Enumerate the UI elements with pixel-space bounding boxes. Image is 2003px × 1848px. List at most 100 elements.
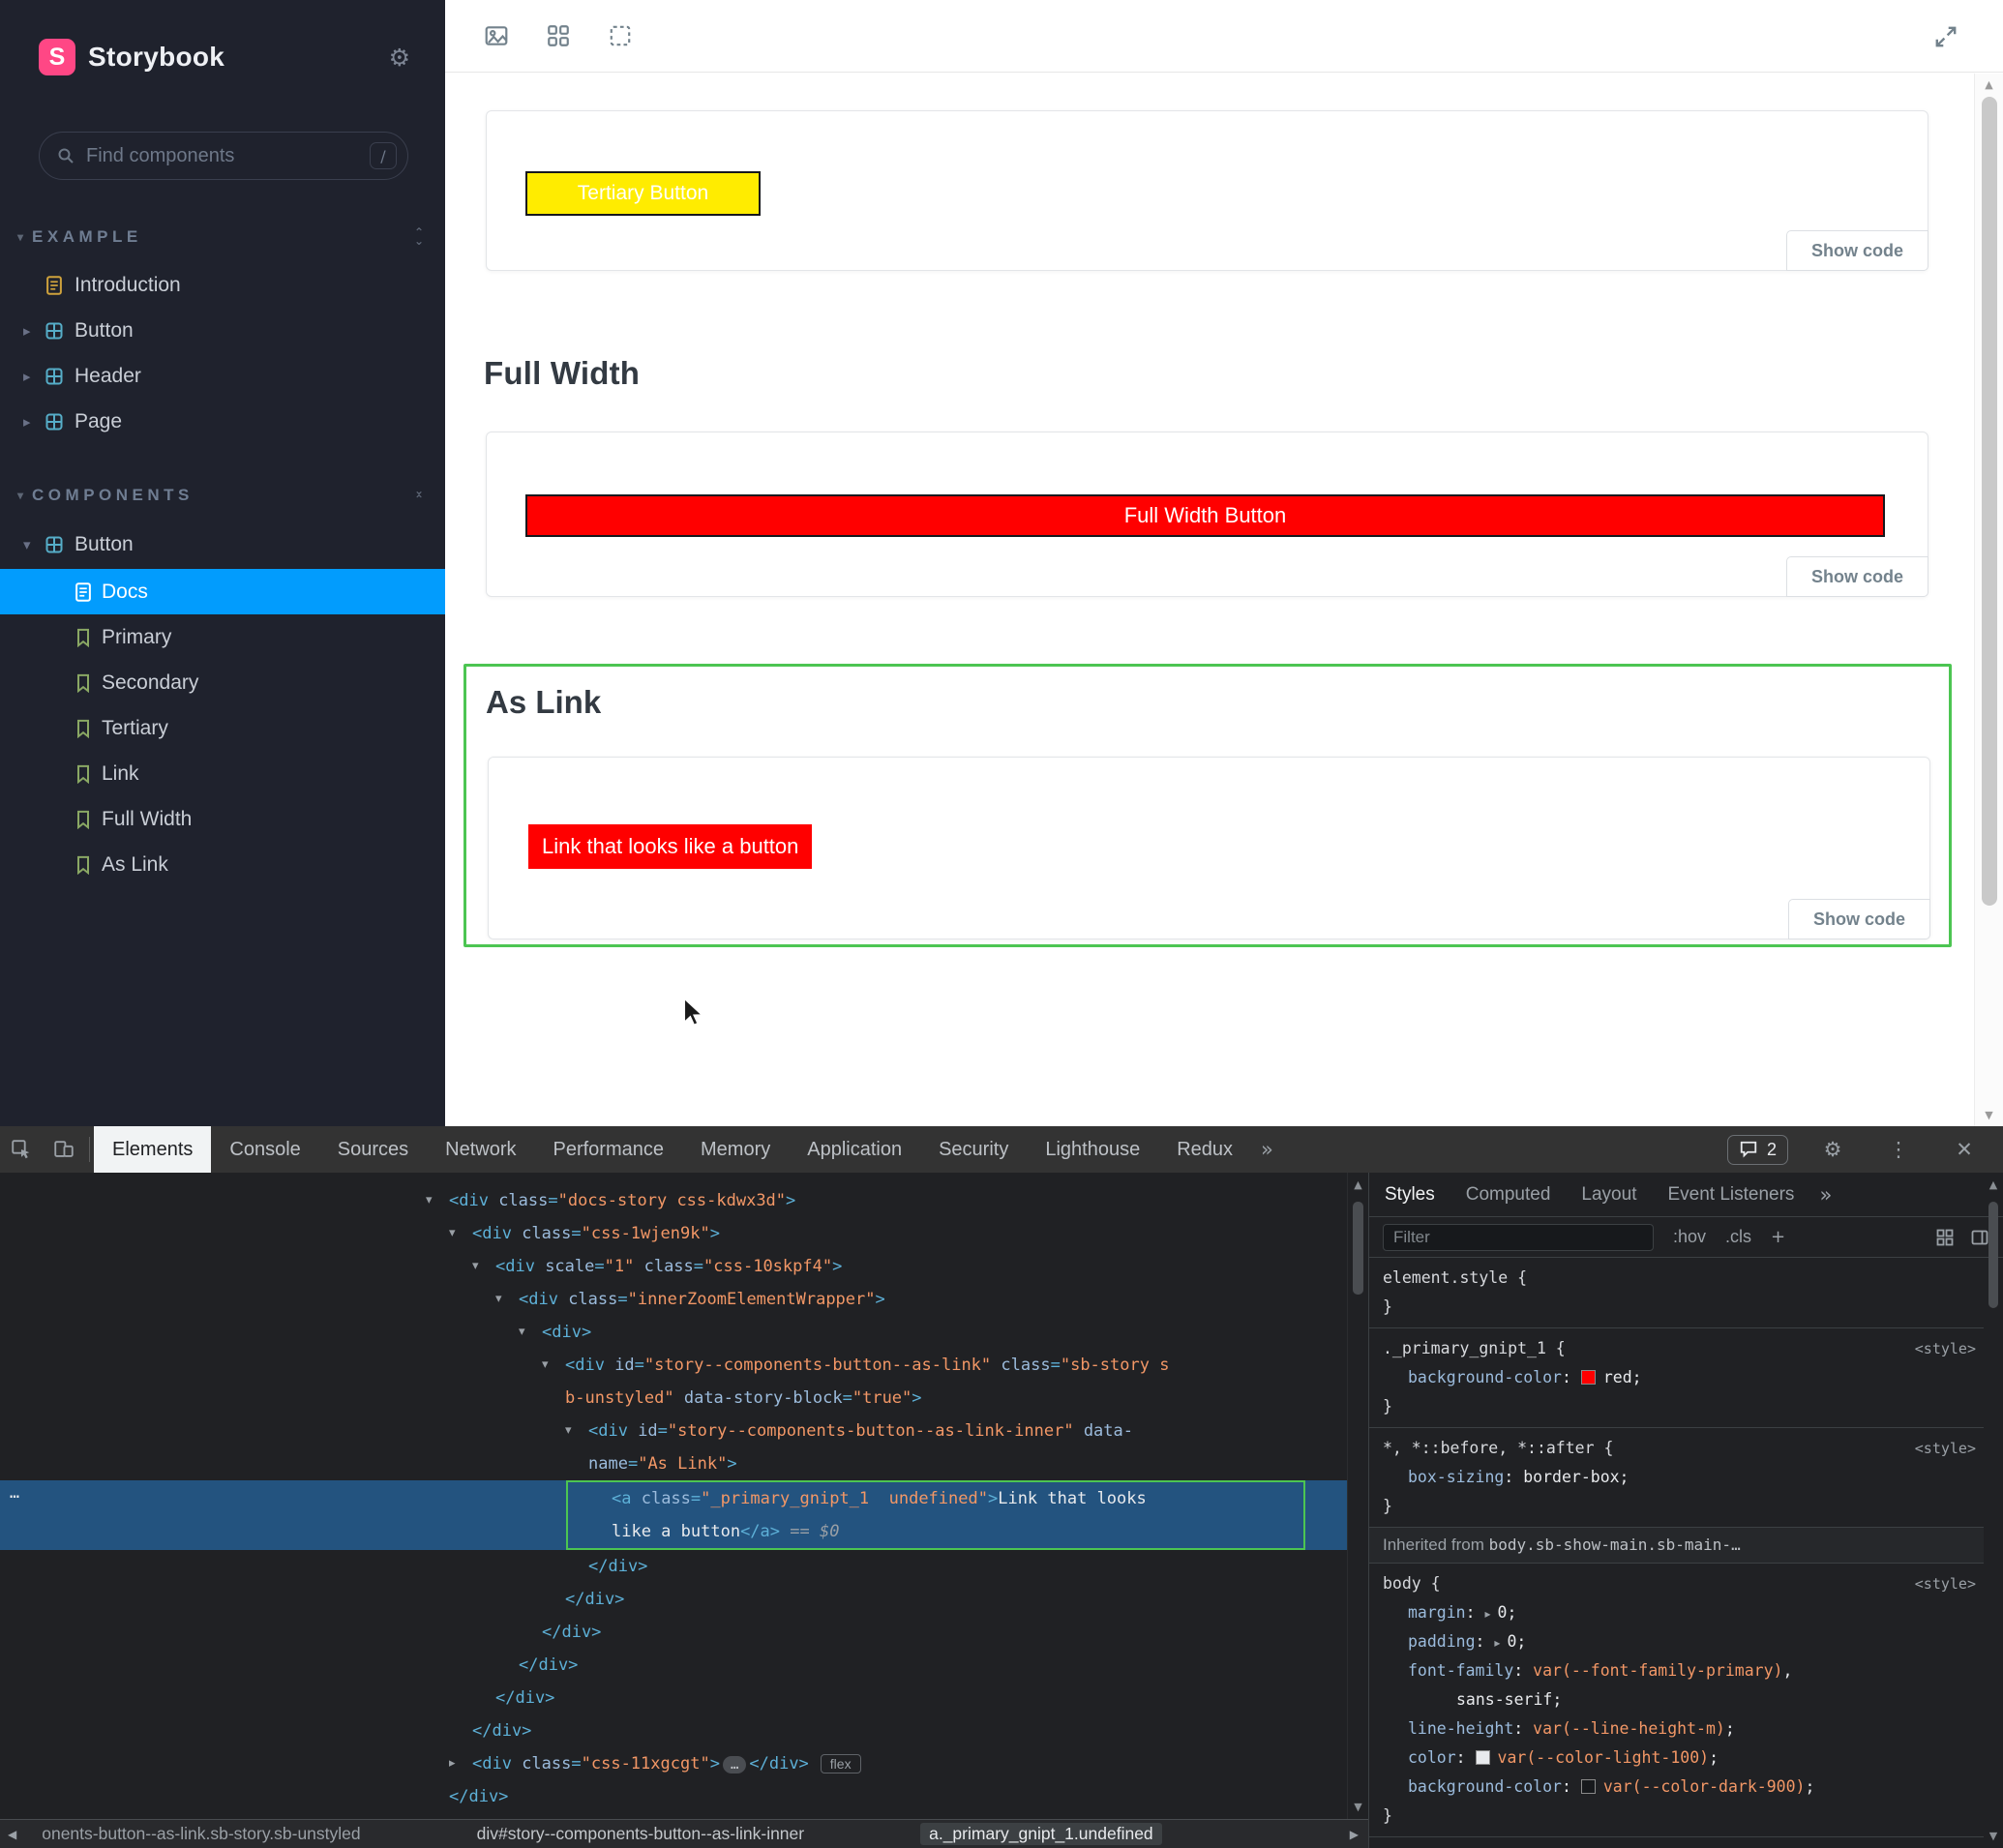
- section-components[interactable]: ▾ COMPONENTS ⌄⌃: [0, 479, 445, 512]
- css-property[interactable]: color: var(--color-light-100);: [1369, 1744, 1984, 1773]
- grid-icon[interactable]: [546, 23, 571, 48]
- section-example[interactable]: ▾ EXAMPLE ⌃⌄: [0, 221, 445, 253]
- css-property[interactable]: background-color: red;: [1369, 1363, 1984, 1392]
- full-width-button[interactable]: Full Width Button: [525, 494, 1885, 537]
- style-source-link[interactable]: <style>: [1915, 1334, 1976, 1363]
- as-link-button[interactable]: Link that looks like a button: [528, 824, 812, 869]
- dom-tree-line[interactable]: </div>: [0, 1649, 1347, 1682]
- scrollbar-thumb[interactable]: [1982, 97, 1997, 906]
- more-tabs-icon[interactable]: »: [1809, 1183, 1841, 1207]
- tab-network[interactable]: Network: [427, 1126, 534, 1173]
- chevron-down-icon[interactable]: ▾: [23, 536, 43, 553]
- tab-sources[interactable]: Sources: [319, 1126, 427, 1173]
- sidebar-item-as-link[interactable]: As Link: [0, 842, 445, 887]
- collapse-arrow-icon[interactable]: ▾: [449, 1217, 456, 1250]
- chevron-right-icon[interactable]: ▸: [23, 368, 43, 385]
- css-property[interactable]: background-color: var(--color-dark-900);: [1369, 1773, 1984, 1802]
- styles-scrollbar[interactable]: ▲ ▼: [1984, 1173, 2003, 1848]
- css-property[interactable]: padding: ▸0;: [1369, 1627, 1984, 1656]
- devtools-close-icon[interactable]: ✕: [1943, 1138, 1986, 1161]
- breadcrumb-item[interactable]: div#story--components-button--as-link-in…: [477, 1824, 804, 1844]
- tab-performance[interactable]: Performance: [535, 1126, 683, 1173]
- grid-overlay-icon[interactable]: [1935, 1228, 1955, 1247]
- show-code-button[interactable]: Show code: [1786, 230, 1928, 271]
- scrollbar-thumb[interactable]: [1988, 1202, 1998, 1308]
- tab-lighthouse[interactable]: Lighthouse: [1027, 1126, 1158, 1173]
- breadcrumb-item-selected[interactable]: a._primary_gnipt_1.undefined: [920, 1823, 1162, 1845]
- tab-application[interactable]: Application: [789, 1126, 920, 1173]
- expand-value-icon[interactable]: ▸: [1484, 1607, 1490, 1621]
- section-caret-icon[interactable]: ▾: [17, 489, 23, 502]
- sidebar-item-full-width[interactable]: Full Width: [0, 796, 445, 842]
- scroll-down-icon[interactable]: ▼: [1975, 1109, 2003, 1121]
- sidebar-item-page[interactable]: ▸ Page: [0, 399, 445, 444]
- tertiary-button[interactable]: Tertiary Button: [525, 171, 761, 216]
- tab-event-listeners[interactable]: Event Listeners: [1652, 1173, 1809, 1216]
- dom-tree-line[interactable]: ▸<div class="css-11xgcgt">…</div>flex: [0, 1747, 1347, 1780]
- dom-tree-line[interactable]: ▾<div class="innerZoomElementWrapper">: [0, 1283, 1347, 1316]
- breadcrumb-item[interactable]: onents-button--as-link.sb-story.sb-unsty…: [42, 1824, 360, 1844]
- dom-tree-line[interactable]: </div>: [0, 1583, 1347, 1616]
- scroll-up-icon[interactable]: ▲: [1975, 78, 2003, 91]
- dom-tree-line[interactable]: b-unstyled" data-story-block="true">: [0, 1382, 1347, 1415]
- tab-computed[interactable]: Computed: [1450, 1173, 1567, 1216]
- color-swatch[interactable]: [1581, 1370, 1596, 1385]
- elements-scrollbar[interactable]: ▲ ▼: [1347, 1173, 1368, 1819]
- inherited-body-link[interactable]: body.sb-show-main.sb-main-…: [1489, 1535, 1741, 1554]
- collapse-arrow-icon[interactable]: ▾: [426, 1184, 433, 1217]
- sidebar-item-button-example[interactable]: ▸ Button: [0, 308, 445, 353]
- dom-tree-line[interactable]: </div>: [0, 1550, 1347, 1583]
- color-swatch[interactable]: [1581, 1779, 1596, 1794]
- more-tabs-icon[interactable]: »: [1251, 1138, 1283, 1161]
- measure-outline-icon[interactable]: [608, 23, 633, 48]
- dom-tree-line[interactable]: ▾<div id="story--components-button--as-l…: [0, 1415, 1347, 1447]
- collapse-arrow-icon[interactable]: ▾: [542, 1349, 549, 1382]
- scroll-down-icon[interactable]: ▼: [1984, 1830, 2003, 1842]
- dom-tree-line[interactable]: </div>: [0, 1780, 1347, 1813]
- device-toolbar-icon[interactable]: [43, 1138, 85, 1161]
- css-property[interactable]: margin: ▸0;: [1369, 1598, 1984, 1627]
- tab-console[interactable]: Console: [211, 1126, 318, 1173]
- expand-arrow-icon[interactable]: ▸: [449, 1747, 456, 1780]
- element-class-toggle[interactable]: .cls: [1725, 1227, 1751, 1247]
- sidebar-item-docs[interactable]: Docs: [0, 569, 445, 614]
- expand-all-icon[interactable]: ⌃⌄: [414, 228, 424, 246]
- tab-styles[interactable]: Styles: [1369, 1173, 1450, 1216]
- new-style-rule-button[interactable]: +: [1771, 1227, 1785, 1247]
- selected-row-ellipsis[interactable]: ⋯: [10, 1480, 19, 1513]
- flex-badge[interactable]: flex: [821, 1754, 861, 1773]
- fullscreen-icon[interactable]: [1933, 24, 1958, 49]
- sidebar-item-link[interactable]: Link: [0, 751, 445, 796]
- tab-security[interactable]: Security: [920, 1126, 1027, 1173]
- styles-filter-input[interactable]: Filter: [1383, 1224, 1654, 1251]
- tab-elements[interactable]: Elements: [94, 1126, 211, 1173]
- dom-tree-line[interactable]: ▾<div class="docs-story css-kdwx3d">: [0, 1184, 1347, 1217]
- chevron-right-icon[interactable]: ▸: [23, 322, 43, 340]
- dom-tree-line[interactable]: name="As Link">: [0, 1447, 1347, 1480]
- sidebar-item-tertiary[interactable]: Tertiary: [0, 705, 445, 751]
- canvas-scrollbar[interactable]: ▲ ▼: [1974, 74, 2003, 1126]
- dom-tree-line[interactable]: ▾<div scale="1" class="css-10skpf4">: [0, 1250, 1347, 1283]
- section-caret-icon[interactable]: ▾: [17, 230, 23, 244]
- scrollbar-thumb[interactable]: [1353, 1202, 1363, 1295]
- show-code-button[interactable]: Show code: [1788, 899, 1930, 939]
- dom-tree-line[interactable]: </div>: [0, 1714, 1347, 1747]
- collapse-arrow-icon[interactable]: ▾: [472, 1250, 479, 1283]
- devtools-settings-icon[interactable]: ⚙: [1811, 1138, 1854, 1161]
- console-messages-badge[interactable]: 2: [1727, 1135, 1788, 1165]
- show-code-button[interactable]: Show code: [1786, 556, 1928, 597]
- inspect-element-icon[interactable]: [0, 1138, 43, 1161]
- devtools-menu-icon[interactable]: ⋮: [1877, 1138, 1920, 1161]
- style-source-link[interactable]: <style>: [1915, 1569, 1976, 1598]
- sidebar-item-header[interactable]: ▸ Header: [0, 353, 445, 399]
- collapse-all-icon[interactable]: ⌄⌃: [414, 487, 424, 504]
- settings-gear-icon[interactable]: ⚙: [389, 44, 410, 72]
- collapse-arrow-icon[interactable]: ▾: [495, 1283, 502, 1316]
- collapse-arrow-icon[interactable]: ▾: [519, 1316, 525, 1349]
- collapse-arrow-icon[interactable]: ▾: [565, 1415, 572, 1447]
- sidebar-item-button-components[interactable]: ▾ Button: [0, 522, 445, 567]
- pseudo-state-toggle[interactable]: :hov: [1673, 1227, 1706, 1247]
- css-property[interactable]: font-family: var(--font-family-primary),: [1369, 1656, 1984, 1685]
- search-input[interactable]: Find components /: [39, 132, 408, 180]
- tab-redux[interactable]: Redux: [1158, 1126, 1251, 1173]
